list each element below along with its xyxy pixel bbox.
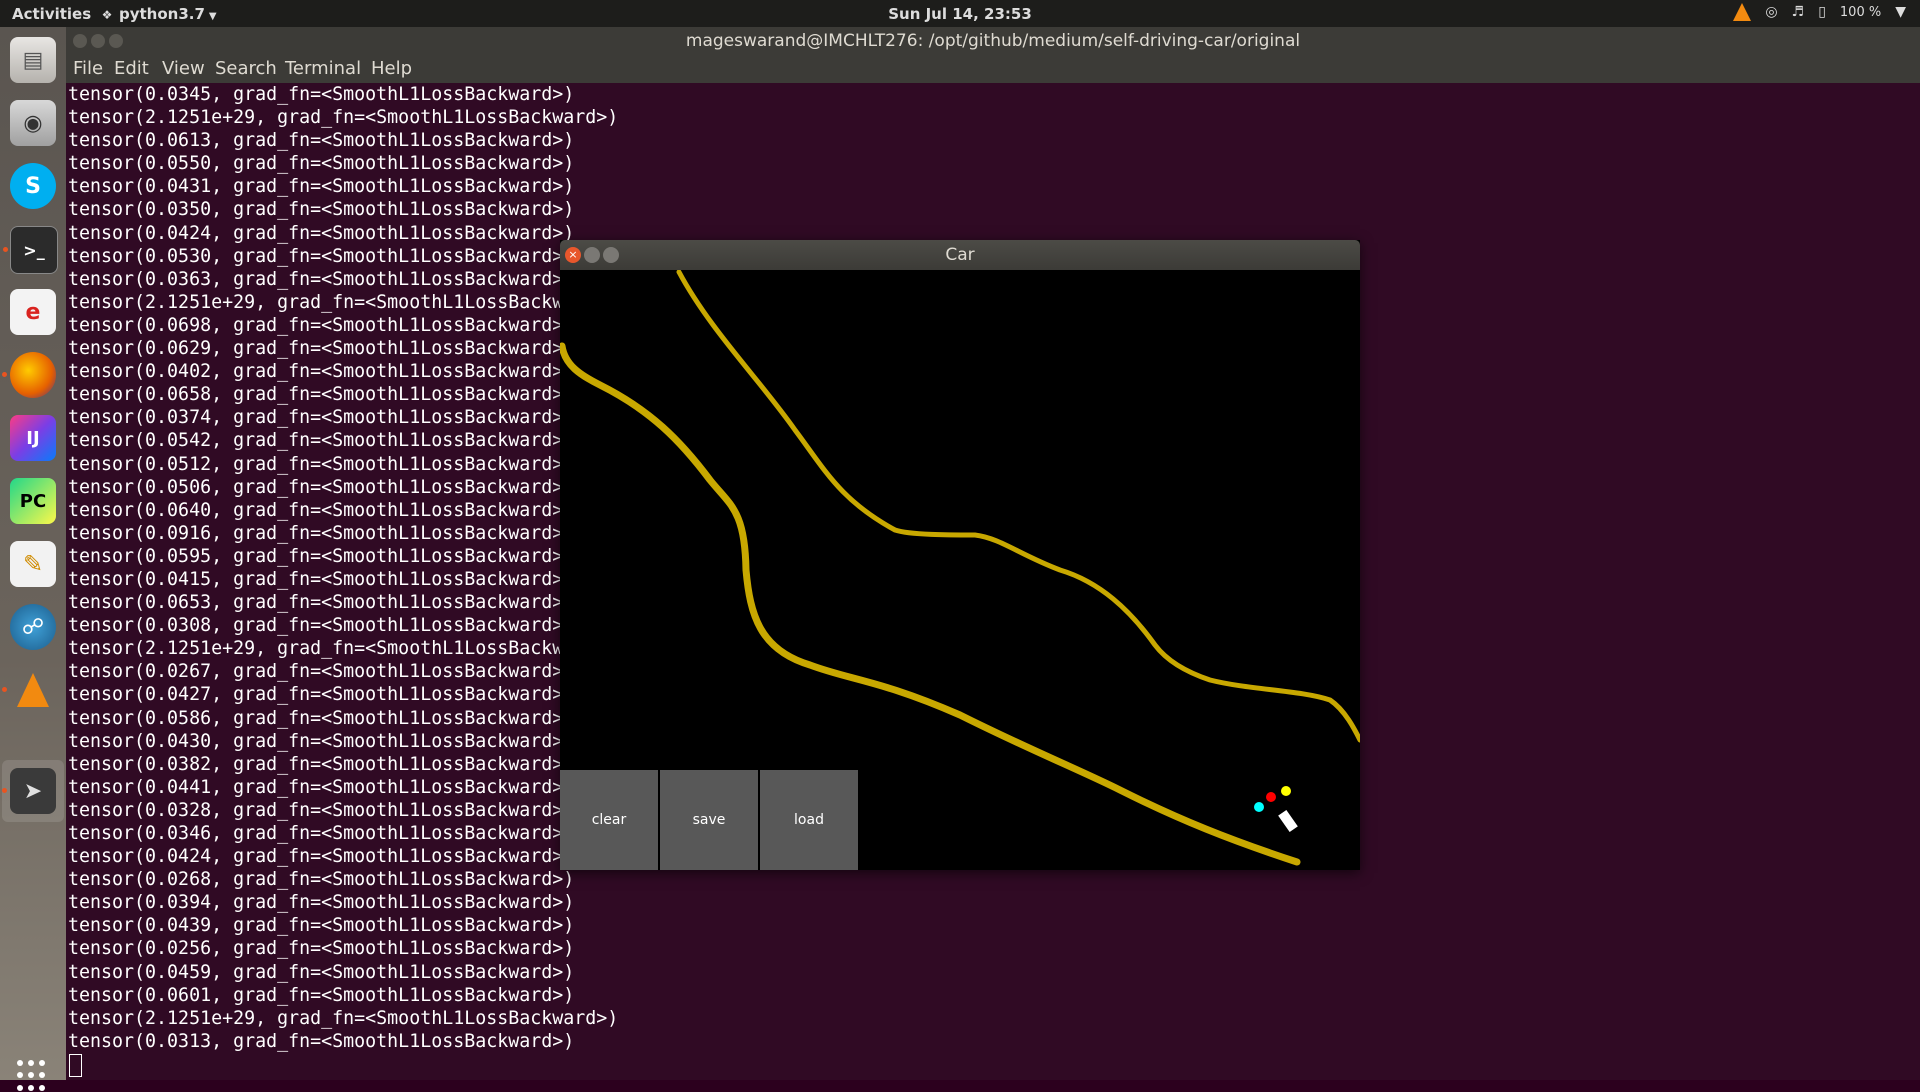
terminal-cursor bbox=[69, 1053, 82, 1077]
terminal-line: tensor(0.0394, grad_fn=<SmoothL1LossBack… bbox=[68, 892, 575, 914]
terminal-line: tensor(2.1251e+29, grad_fn=<SmoothL1Loss… bbox=[68, 1007, 619, 1029]
terminal-icon[interactable]: >_ bbox=[3, 226, 58, 274]
pycharm-icon[interactable]: PC bbox=[10, 478, 56, 524]
save-button[interactable]: save bbox=[660, 770, 758, 870]
terminal-line: tensor(0.0613, grad_fn=<SmoothL1LossBack… bbox=[68, 130, 575, 152]
top-bar: Activities ❖ python3.7 ▼ Sun Jul 14, 23:53… bbox=[0, 0, 1920, 27]
vlc-tray-icon[interactable] bbox=[1733, 3, 1752, 21]
terminal-menubar: File Edit View Search Terminal Help bbox=[66, 56, 1920, 83]
terminal-line: tensor(0.0256, grad_fn=<SmoothL1LossBack… bbox=[68, 938, 575, 960]
car-window: × Car clear save load bbox=[560, 240, 1360, 870]
sensor-red bbox=[1266, 792, 1276, 802]
sand-line-upper bbox=[676, 270, 1360, 743]
terminal-line: tensor(0.0601, grad_fn=<SmoothL1LossBack… bbox=[68, 984, 575, 1006]
clear-button[interactable]: clear bbox=[560, 770, 658, 870]
screenshot-icon[interactable]: ◉ bbox=[10, 100, 56, 146]
load-button[interactable]: load bbox=[760, 770, 858, 870]
firefox-icon[interactable] bbox=[2, 352, 56, 398]
terminal-line: tensor(0.0313, grad_fn=<SmoothL1LossBack… bbox=[68, 1030, 575, 1052]
car-titlebar[interactable]: × Car bbox=[560, 240, 1360, 270]
power-menu-icon[interactable]: ▼ bbox=[1895, 4, 1906, 20]
car-window-title: Car bbox=[945, 245, 975, 265]
app-menu-label: python3.7 bbox=[119, 5, 205, 23]
battery-icon[interactable]: ▯ bbox=[1818, 4, 1826, 20]
sensor-cyan bbox=[1254, 802, 1264, 812]
app-menu[interactable]: ❖ python3.7 ▼ bbox=[101, 5, 217, 23]
menu-view[interactable]: View bbox=[162, 58, 205, 79]
terminal-titlebar[interactable]: mageswarand@IMCHLT276: /opt/github/mediu… bbox=[66, 27, 1920, 56]
dock: ▤ ◉ S >_ e IJ PC ✎ ☍ ➤ bbox=[0, 27, 66, 1091]
clock[interactable]: Sun Jul 14, 23:53 bbox=[888, 5, 1032, 23]
menu-edit[interactable]: Edit bbox=[114, 58, 149, 79]
app-menu-icon: ❖ bbox=[101, 8, 113, 22]
text-editor-icon[interactable]: ✎ bbox=[10, 541, 56, 587]
terminal-prompt-line[interactable] bbox=[68, 1053, 1918, 1077]
show-applications-icon[interactable] bbox=[17, 1060, 49, 1092]
terminal-line: tensor(0.0350, grad_fn=<SmoothL1LossBack… bbox=[68, 199, 575, 221]
menu-terminal[interactable]: Terminal bbox=[285, 58, 361, 79]
kivy-app-icon[interactable]: ➤ bbox=[2, 768, 56, 814]
terminal-title: mageswarand@IMCHLT276: /opt/github/mediu… bbox=[685, 31, 1301, 51]
ebook-reader-icon[interactable]: e bbox=[10, 289, 56, 335]
volume-icon[interactable]: ♬ bbox=[1792, 4, 1805, 20]
network-globe-icon[interactable]: ☍ bbox=[10, 604, 56, 650]
terminal-line: tensor(0.0268, grad_fn=<SmoothL1LossBack… bbox=[68, 869, 575, 891]
skype-icon[interactable]: S bbox=[10, 163, 56, 209]
terminal-line: tensor(0.0345, grad_fn=<SmoothL1LossBack… bbox=[68, 84, 575, 105]
menu-help[interactable]: Help bbox=[371, 58, 412, 79]
terminal-line: tensor(0.0459, grad_fn=<SmoothL1LossBack… bbox=[68, 961, 575, 983]
terminal-line: tensor(0.0431, grad_fn=<SmoothL1LossBack… bbox=[68, 176, 575, 198]
intellij-idea-icon[interactable]: IJ bbox=[10, 415, 56, 461]
terminal-line: tensor(0.0439, grad_fn=<SmoothL1LossBack… bbox=[68, 915, 575, 937]
wifi-icon[interactable]: ◎ bbox=[1765, 4, 1777, 20]
vlc-icon[interactable] bbox=[2, 667, 56, 713]
sensor-yellow bbox=[1281, 786, 1291, 796]
terminal-line: tensor(0.0550, grad_fn=<SmoothL1LossBack… bbox=[68, 153, 575, 175]
system-tray[interactable]: ◎ ♬ ▯ 100 % ▼ bbox=[1733, 3, 1906, 21]
chevron-down-icon: ▼ bbox=[208, 11, 217, 22]
menu-search[interactable]: Search bbox=[215, 58, 277, 79]
drawing-canvas[interactable]: clear save load bbox=[560, 270, 1360, 870]
menu-file[interactable]: File bbox=[73, 58, 103, 79]
activities-button[interactable]: Activities bbox=[12, 5, 91, 23]
terminal-line: tensor(2.1251e+29, grad_fn=<SmoothL1Loss… bbox=[68, 107, 619, 129]
battery-percentage: 100 % bbox=[1839, 4, 1882, 20]
files-icon[interactable]: ▤ bbox=[10, 37, 56, 83]
